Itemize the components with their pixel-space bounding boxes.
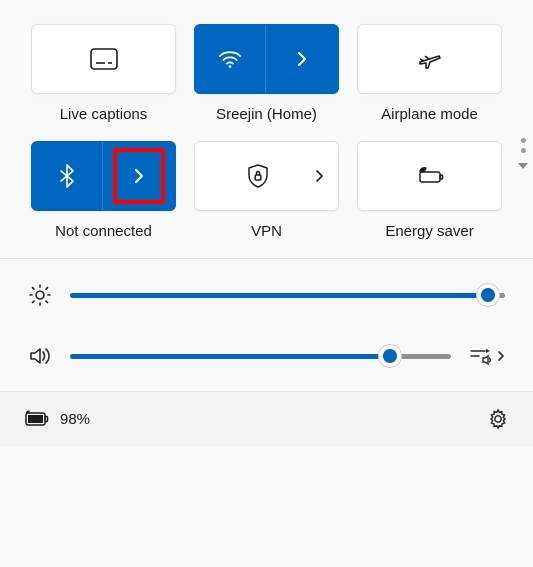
airplane-icon xyxy=(417,48,443,70)
battery-status[interactable]: 98% xyxy=(24,410,90,428)
energy-saver-label: Energy saver xyxy=(385,223,473,240)
airplane-button[interactable] xyxy=(357,24,502,94)
chevron-down-icon[interactable] xyxy=(517,162,529,170)
tile-grid: Live captions xyxy=(28,24,505,240)
page-dot xyxy=(521,148,526,153)
page-indicators xyxy=(517,138,529,170)
airplane-label: Airplane mode xyxy=(381,106,478,123)
captions-icon xyxy=(90,48,118,70)
settings-button[interactable] xyxy=(487,408,509,430)
tile-airplane: Airplane mode xyxy=(357,24,502,123)
volume-slider[interactable] xyxy=(70,354,451,359)
volume-row xyxy=(28,345,505,367)
sliders-area xyxy=(0,259,533,392)
page-dot xyxy=(521,138,526,143)
tile-vpn: VPN xyxy=(194,141,339,240)
footer-bar: 98% xyxy=(0,392,533,446)
chevron-right-icon xyxy=(296,50,308,68)
volume-icon xyxy=(28,345,52,367)
vpn-button[interactable] xyxy=(194,141,339,211)
wifi-label: Sreejin (Home) xyxy=(216,106,317,123)
vpn-label: VPN xyxy=(251,223,282,240)
wifi-button[interactable] xyxy=(194,24,339,94)
volume-fill xyxy=(70,354,390,359)
quick-settings-panel: Live captions xyxy=(0,0,533,446)
live-captions-label: Live captions xyxy=(60,106,148,123)
gear-icon xyxy=(487,408,509,430)
bluetooth-toggle-area[interactable] xyxy=(32,142,103,210)
bluetooth-label: Not connected xyxy=(55,223,152,240)
tile-bluetooth: Not connected xyxy=(31,141,176,240)
battery-icon xyxy=(24,410,50,428)
wifi-expand-area[interactable] xyxy=(266,25,338,93)
audio-output-icon xyxy=(469,346,493,366)
brightness-slider[interactable] xyxy=(70,293,505,298)
volume-thumb[interactable] xyxy=(379,345,401,367)
highlight-annotation xyxy=(113,148,165,204)
wifi-icon xyxy=(218,49,242,69)
bluetooth-icon xyxy=(60,164,74,188)
brightness-row xyxy=(28,283,505,307)
chevron-right-icon[interactable] xyxy=(315,169,324,183)
shield-lock-icon xyxy=(247,164,269,188)
leaf-battery-icon xyxy=(416,166,444,186)
brightness-fill xyxy=(70,293,488,298)
tile-energy-saver: Energy saver xyxy=(357,141,502,240)
volume-output-selector[interactable] xyxy=(469,346,505,366)
bluetooth-button[interactable] xyxy=(31,141,176,211)
energy-saver-button[interactable] xyxy=(357,141,502,211)
brightness-thumb[interactable] xyxy=(477,284,499,306)
tiles-area: Live captions xyxy=(0,0,533,259)
tile-live-captions: Live captions xyxy=(31,24,176,123)
live-captions-button[interactable] xyxy=(31,24,176,94)
bluetooth-expand-area[interactable] xyxy=(103,142,175,210)
battery-percent-text: 98% xyxy=(60,411,90,428)
brightness-icon xyxy=(28,283,52,307)
chevron-right-icon xyxy=(497,350,505,362)
tile-wifi: Sreejin (Home) xyxy=(194,24,339,123)
wifi-toggle-area[interactable] xyxy=(195,25,266,93)
